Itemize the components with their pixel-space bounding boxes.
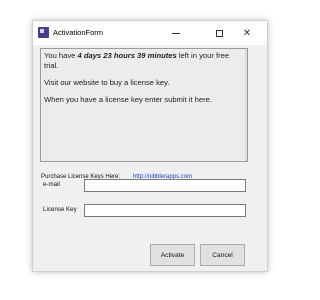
trial-message-box[interactable]: You have 4 days 23 hours 39 minutes left…	[40, 48, 248, 162]
message-scrollbar[interactable]	[245, 49, 247, 161]
minimize-icon	[172, 32, 180, 34]
trial-time-remaining: 4 days 23 hours 39 minutes	[77, 51, 177, 60]
email-label: e-mail	[43, 181, 60, 188]
minimize-button[interactable]	[163, 21, 189, 45]
activation-window: ActivationForm ✕ You have 4 days 23 hour…	[32, 20, 268, 272]
close-icon: ✕	[242, 27, 252, 39]
window-title: ActivationForm	[53, 28, 104, 37]
app-icon	[38, 27, 49, 38]
close-button[interactable]: ✕	[234, 21, 260, 45]
activate-button[interactable]: Activate	[150, 244, 195, 266]
maximize-button[interactable]	[206, 21, 232, 45]
submit-key-text: When you have a license key enter submit…	[44, 95, 212, 104]
license-key-label: License Key	[43, 206, 77, 213]
maximize-icon	[215, 29, 223, 37]
license-key-field[interactable]	[84, 204, 246, 217]
trial-remaining-text: You have 4 days 23 hours 39 minutes left…	[44, 51, 230, 70]
email-field[interactable]	[84, 179, 246, 192]
title-bar[interactable]: ActivationForm ✕	[33, 21, 267, 45]
visit-website-text: Visit our website to buy a license key.	[44, 78, 170, 87]
cancel-button[interactable]: Cancel	[200, 244, 245, 266]
